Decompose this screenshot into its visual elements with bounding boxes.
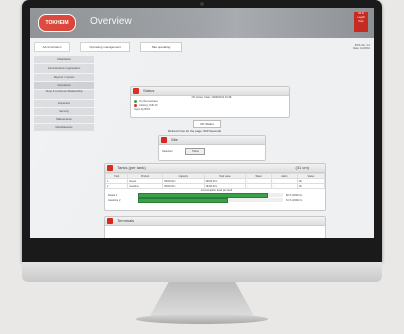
sidebar-item-administration[interactable]: Administration organisation — [34, 64, 94, 73]
table-cell: Gasoline — [127, 183, 163, 189]
build-info: BOS Ver. 4.2 Date: 1/2/2011 — [353, 44, 370, 51]
site-panel-header: Site — [159, 136, 265, 145]
status-row-text: Closing: shift 10 — [139, 104, 158, 108]
header-bar: TOKHEIM Overview Wi-Fi Logoff Help — [30, 8, 374, 38]
tanks-panel-header: Tanks (per tank) (31 cm) — [105, 164, 325, 173]
status-panel: Status OK Active. Date: 10/09/2011 10:48… — [130, 86, 290, 118]
table-cell: Ok — [296, 183, 326, 189]
site-selection-row: Selection Todos — [159, 148, 265, 155]
status-button[interactable]: OK Status — [193, 120, 221, 128]
tanks-table: Tank Product Capacity Tank value Water A… — [104, 173, 326, 189]
tanks-panel: Tanks (per tank) (31 cm) Tank Product Ca… — [104, 163, 326, 211]
status-row: Open by BOS — [134, 108, 151, 112]
tank-level-text: 61 % (18432 L) — [286, 198, 303, 202]
tank-level-track — [138, 193, 283, 198]
terminals-panel: Terminals — [104, 216, 326, 238]
table-cell: 30000.00 L — [161, 183, 205, 189]
sidebar-item-security[interactable]: Security — [34, 108, 94, 115]
monitor-base — [136, 314, 268, 324]
tank-icon — [107, 165, 113, 171]
page-title: Overview — [90, 16, 132, 27]
terminal-icon — [107, 218, 113, 224]
webcam — [200, 2, 204, 6]
tanks-panel-tag: (31 cm) — [295, 165, 309, 170]
table-row[interactable]: 2 Gasoline 30000.00 L 18432.00 L - - Ok — [104, 183, 326, 189]
monitor-stand — [150, 282, 254, 316]
site-selection-dropdown[interactable]: Todos — [185, 148, 206, 155]
monitor-chin — [22, 262, 382, 282]
terminals-panel-title: Terminals — [117, 218, 135, 223]
tank-level-label: Gasoline 2 — [108, 198, 121, 202]
tank-level-label: Diesel 1 — [108, 193, 118, 197]
sidebar-item-miscellaneous[interactable]: Miscellaneous — [34, 124, 94, 131]
sidebar-item-inspection[interactable]: Inspection — [34, 100, 94, 107]
tab-bar: Administration Operating management Site… — [30, 40, 374, 52]
sidebar-item-maintenance[interactable]: Maintenance — [34, 116, 94, 123]
tank-levels: Diesel 1 88 % (26543 L) Gasoline 2 61 % … — [105, 193, 325, 203]
tank-level-row: Gasoline 2 61 % (18432 L) — [105, 198, 325, 203]
status-icon — [133, 88, 139, 94]
site-icon — [161, 137, 167, 143]
terminals-panel-header: Terminals — [105, 217, 325, 226]
tank-level-track — [138, 198, 283, 203]
green-dot-icon — [134, 100, 137, 103]
sidebar-item-reports[interactable]: Reports / Imports — [34, 74, 94, 81]
tank-level-row: Diesel 1 88 % (26543 L) — [105, 193, 325, 198]
logo: TOKHEIM — [38, 14, 76, 32]
site-panel-title: Site — [171, 137, 178, 142]
table-cell: - — [245, 183, 273, 189]
refresh-caption: Refresh time for the page: 600 Seconds — [168, 129, 222, 133]
tank-level-text: 88 % (26543 L) — [286, 193, 303, 197]
table-cell: 2 — [104, 183, 129, 189]
tab-administration[interactable]: Administration — [34, 42, 70, 52]
user-menu-item[interactable]: Help — [354, 20, 368, 24]
tab-site-operating[interactable]: Site operating — [140, 42, 182, 52]
status-panel-header: Status — [131, 87, 289, 96]
tank-level-bar — [138, 198, 229, 203]
user-menu[interactable]: Wi-Fi Logoff Help — [354, 12, 368, 32]
tab-operating-management[interactable]: Operating management — [80, 42, 130, 52]
levels-caption: Consumption level per tank — [200, 189, 233, 192]
sidebar-item-operations[interactable]: Operations — [34, 82, 94, 89]
status-panel-title: Status — [143, 88, 155, 93]
site-panel: Site Selection Todos — [158, 135, 266, 161]
status-row-text: On the business — [139, 100, 158, 104]
tanks-panel-title: Tanks (per tank) — [117, 165, 146, 170]
table-cell: - — [271, 183, 298, 189]
red-dot-icon — [134, 104, 137, 108]
sidebar-item-initialization[interactable]: Initialization — [34, 56, 94, 63]
sidebar: Initialization Administration organisati… — [34, 56, 94, 132]
table-cell: 18432.00 L — [203, 183, 247, 189]
site-selection-label: Selection — [162, 150, 173, 153]
screen: TOKHEIM Overview Wi-Fi Logoff Help Admin… — [30, 8, 374, 238]
build-date: Date: 1/2/2011 — [353, 47, 370, 51]
sidebar-item-shop[interactable]: Shop & Customer Relationship — [34, 90, 94, 99]
